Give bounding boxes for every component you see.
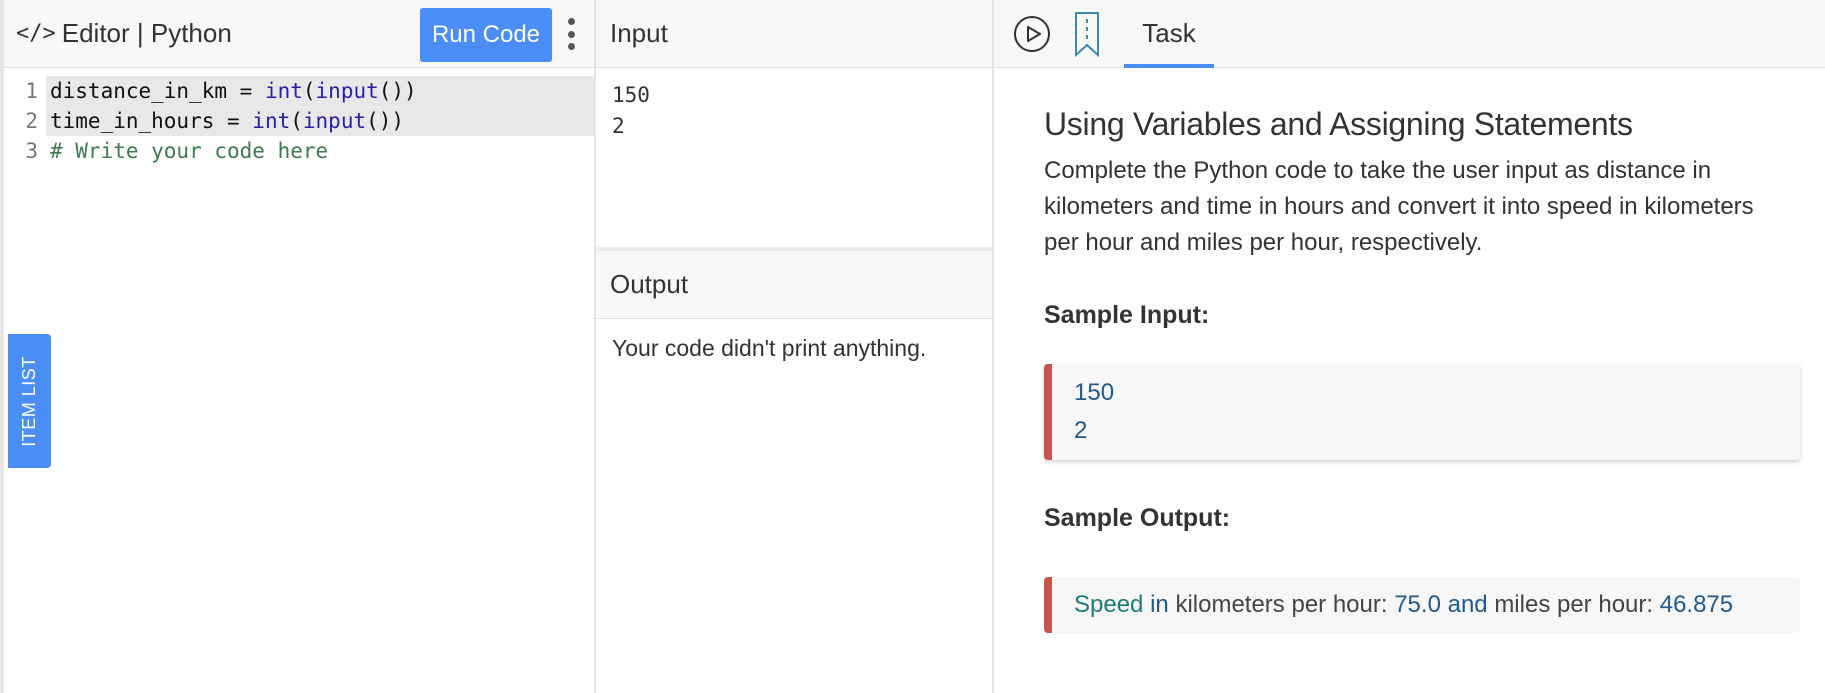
code-token: time_in_hours = — [50, 109, 253, 133]
line-number: 2 — [25, 109, 38, 133]
code-icon: </> — [16, 21, 56, 46]
task-title: Using Variables and Assigning Statements — [1044, 106, 1633, 142]
task-description: Complete the Python code to take the use… — [1044, 157, 1754, 256]
output-header: Output — [596, 251, 992, 319]
code-token: ( — [290, 109, 303, 133]
run-code-button[interactable]: Run Code — [420, 8, 552, 62]
code-line[interactable]: 2 time_in_hours = int(input()) — [4, 106, 594, 136]
item-list-tab[interactable]: ITEM LIST — [8, 334, 51, 468]
bookmark-icon[interactable] — [1074, 11, 1100, 57]
code-text[interactable]: time_in_hours = int(input()) — [46, 106, 594, 136]
code-line[interactable]: 3 # Write your code here — [4, 136, 594, 166]
tab-task[interactable]: Task — [1124, 0, 1214, 68]
sample-input-heading: Sample Input: — [1044, 301, 1210, 329]
io-pane: Input 150 2 Output Your code didn't prin… — [594, 0, 994, 693]
item-list-label: ITEM LIST — [19, 355, 40, 447]
sample-output-box: Speed in kilometers per hour: 75.0 and m… — [1044, 577, 1800, 633]
editor-header: </> Editor | Python Run Code — [4, 0, 594, 68]
sample-output-word: Speed — [1074, 591, 1144, 618]
sample-output-word: in — [1150, 591, 1169, 618]
input-field[interactable]: 150 2 — [596, 68, 992, 251]
sample-output-number: 75.0 — [1394, 591, 1441, 618]
sample-output-heading: Sample Output: — [1044, 504, 1231, 532]
sample-input-value: 150 2 — [1074, 379, 1115, 444]
line-number: 3 — [25, 139, 38, 163]
sample-output-word: miles per hour: — [1494, 591, 1654, 618]
task-content: Using Variables and Assigning Statements… — [994, 68, 1800, 633]
task-header: Task — [994, 0, 1825, 68]
code-token: ()) — [378, 79, 417, 103]
sample-output-number: 46.875 — [1659, 591, 1734, 618]
code-keyword: input — [302, 109, 367, 133]
code-token: ()) — [366, 109, 405, 133]
code-text[interactable]: distance_in_km = int(input()) — [46, 76, 594, 106]
line-number: 1 — [25, 79, 38, 103]
sample-output-word: kilometers per hour: — [1175, 591, 1388, 618]
code-token: distance_in_km = — [50, 79, 265, 103]
sample-input-box: 150 2 — [1044, 364, 1800, 460]
code-token: ( — [302, 79, 316, 103]
play-icon[interactable] — [1014, 15, 1050, 52]
sample-output-word: and — [1447, 591, 1488, 618]
output-text: Your code didn't print anything. — [612, 335, 927, 361]
task-pane: Task Using Variables and Assigning State… — [994, 0, 1825, 693]
code-keyword: input — [315, 79, 379, 103]
output-title: Output — [610, 269, 689, 299]
input-title: Input — [610, 18, 668, 48]
code-text[interactable]: # Write your code here — [46, 136, 594, 166]
input-header: Input — [596, 0, 992, 68]
code-line[interactable]: 1 distance_in_km = int(input()) — [4, 76, 594, 106]
code-editor[interactable]: 1 distance_in_km = int(input()) 2 time_in_h… — [4, 68, 594, 166]
editor-pane: </> Editor | Python Run Code 1 distance_i… — [0, 0, 594, 693]
more-options-icon[interactable] — [564, 18, 578, 50]
editor-title: Editor | Python — [61, 18, 232, 48]
code-comment: # Write your code here — [50, 139, 329, 163]
code-keyword: int — [264, 79, 303, 103]
code-keyword: int — [252, 109, 291, 133]
